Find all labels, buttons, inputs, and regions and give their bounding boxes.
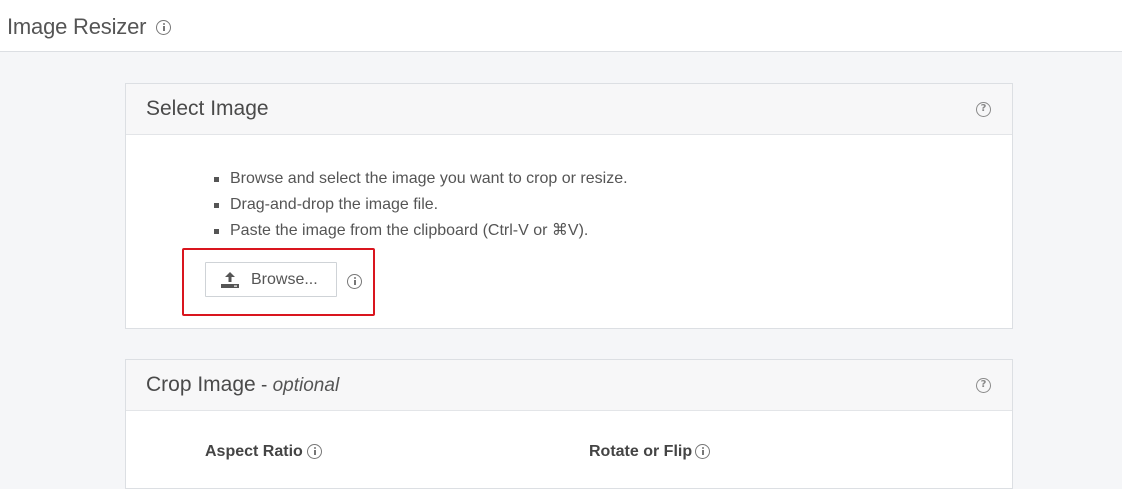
panel-title: Select Image <box>146 97 269 120</box>
list-item: Browse and select the image you want to … <box>214 166 628 192</box>
rotate-flip-label: Rotate or Flip <box>589 443 693 460</box>
instructions-list: Browse and select the image you want to … <box>214 166 628 244</box>
browse-button[interactable]: Browse... <box>205 262 337 297</box>
app-title: Image Resizer <box>7 14 147 39</box>
optional-label: optional <box>272 375 340 396</box>
title-separator: - <box>255 375 273 396</box>
crop-title: Crop Image <box>146 373 256 396</box>
panel-header: Select Image ? <box>126 84 1012 135</box>
help-icon[interactable]: ? <box>976 102 991 117</box>
list-item: Drag-and-drop the image file. <box>214 192 628 218</box>
help-icon[interactable]: ? <box>976 378 991 393</box>
aspect-ratio-label: Aspect Ratio <box>205 443 303 460</box>
info-icon[interactable] <box>307 444 322 459</box>
info-icon[interactable] <box>695 444 710 459</box>
info-icon[interactable] <box>347 274 362 289</box>
panel-title: Crop Image - optional <box>146 373 339 397</box>
panel-header: Crop Image - optional ? <box>126 360 1012 411</box>
info-icon[interactable] <box>156 20 171 35</box>
crop-image-panel: Crop Image - optional ? Aspect Ratio Rot… <box>125 359 1013 489</box>
top-bar: Image Resizer <box>0 0 1122 52</box>
select-image-panel: Select Image ? Browse and select the ima… <box>125 83 1013 329</box>
upload-icon <box>221 272 239 288</box>
list-item: Paste the image from the clipboard (Ctrl… <box>214 218 628 244</box>
browse-label: Browse... <box>251 271 318 288</box>
